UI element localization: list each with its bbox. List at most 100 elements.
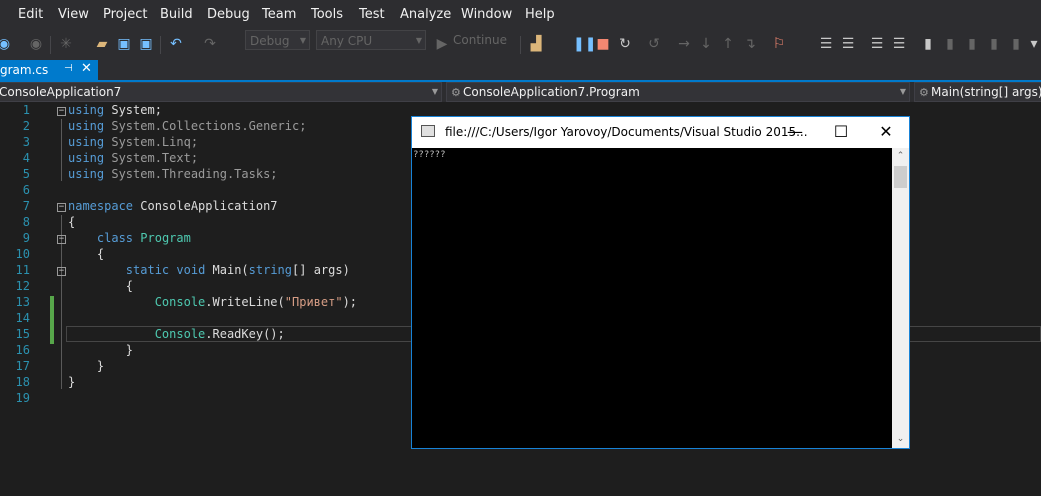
console-output-area[interactable]: ?????? bbox=[412, 148, 892, 448]
line-number: 16 bbox=[15, 343, 30, 357]
menu-window[interactable]: Window bbox=[461, 7, 512, 22]
code-text: { bbox=[68, 278, 133, 294]
code-token: using bbox=[68, 167, 105, 181]
code-token: { bbox=[125, 279, 134, 293]
navigate-forward-icon[interactable]: ◉ bbox=[28, 36, 44, 52]
navigate-back-icon[interactable]: ◉ bbox=[0, 36, 12, 52]
code-token: Main( bbox=[205, 263, 249, 277]
new-project-icon[interactable]: ✳ bbox=[58, 36, 74, 52]
code-token: ConsoleApplication7 bbox=[133, 199, 278, 213]
breakpoint-toggle-icon[interactable]: ⚐ bbox=[771, 36, 787, 52]
class-dropdown[interactable]: ⚙ ConsoleApplication7.Program ▼ bbox=[446, 82, 910, 102]
step-out-icon[interactable]: ↑ bbox=[720, 36, 736, 52]
member-dropdown[interactable]: ⚙ Main(string[] args) bbox=[914, 82, 1041, 102]
menu-project[interactable]: Project bbox=[103, 7, 147, 22]
menu-build[interactable]: Build bbox=[160, 7, 193, 22]
comment-icon[interactable]: ☰ bbox=[840, 36, 856, 52]
close-icon[interactable]: ✕ bbox=[81, 61, 92, 76]
line-number: 14 bbox=[15, 311, 30, 325]
code-token: System.Linq; bbox=[104, 135, 199, 149]
next-bookmark-folder-icon[interactable]: ▮ bbox=[986, 36, 1002, 52]
line-number: 6 bbox=[22, 183, 30, 197]
project-dropdown-value: ConsoleApplication7 bbox=[0, 85, 122, 99]
toolbar-separator bbox=[520, 36, 521, 54]
project-dropdown[interactable]: ConsoleApplication7 ▼ bbox=[0, 82, 442, 102]
minimize-button[interactable]: — bbox=[772, 117, 818, 148]
menu-tools[interactable]: Tools bbox=[311, 7, 343, 22]
bookmark-icon[interactable]: ▮ bbox=[920, 36, 936, 52]
next-bookmark-icon[interactable]: ▮ bbox=[964, 36, 980, 52]
indent-icon[interactable]: ☰ bbox=[869, 36, 885, 52]
tab-program-cs[interactable]: gram.cs ⊣ ✕ bbox=[0, 60, 98, 80]
code-token: System; bbox=[104, 103, 162, 117]
solution-configuration-select[interactable]: Debug ▼ bbox=[245, 30, 310, 50]
code-token: "Привет" bbox=[284, 295, 343, 309]
solution-platform-value: Any CPU bbox=[321, 34, 373, 48]
stop-debugging-icon[interactable]: ■ bbox=[595, 36, 611, 52]
break-all-icon[interactable]: ❚❚ bbox=[573, 36, 596, 52]
scroll-down-icon[interactable]: ⌄ bbox=[892, 431, 909, 448]
toolbar: ◉ ◉ ✳ ▰ ▣ ▣ ↶ ↷ Debug ▼ Any CPU ▼ ▶ Cont… bbox=[0, 30, 1041, 60]
code-token: { bbox=[68, 215, 76, 229]
show-next-statement-icon[interactable]: ↺ bbox=[646, 36, 662, 52]
previous-bookmark-icon[interactable]: ▮ bbox=[942, 36, 958, 52]
process-icon[interactable]: ▟ bbox=[528, 36, 544, 52]
console-window[interactable]: file:///C:/Users/Igor Yarovoy/Documents/… bbox=[411, 116, 910, 449]
menu-edit[interactable]: Edit bbox=[18, 7, 43, 22]
code-token: { bbox=[96, 247, 105, 261]
code-token: .ReadKey(); bbox=[205, 327, 285, 341]
line-number: 12 bbox=[15, 279, 30, 293]
clear-bookmarks-icon[interactable]: ▮ bbox=[1008, 36, 1024, 52]
code-token: [] args) bbox=[292, 263, 350, 277]
toolbar-separator bbox=[160, 36, 161, 54]
continue-button[interactable]: Continue bbox=[453, 33, 507, 47]
scroll-up-icon[interactable]: ⌃ bbox=[892, 148, 909, 165]
step-into-icon[interactable]: ↓ bbox=[698, 36, 714, 52]
line-number: 10 bbox=[15, 247, 30, 261]
code-text: } bbox=[68, 374, 75, 390]
pin-icon[interactable]: ⊣ bbox=[64, 63, 73, 74]
console-scrollbar[interactable]: ⌃ ⌄ bbox=[892, 148, 909, 448]
redo-icon[interactable]: ↷ bbox=[202, 36, 218, 52]
open-file-icon[interactable]: ▰ bbox=[94, 36, 110, 52]
menu-analyze[interactable]: Analyze bbox=[400, 7, 451, 22]
code-token: ); bbox=[342, 295, 358, 309]
code-text: namespace ConsoleApplication7 bbox=[68, 198, 278, 214]
start-play-icon[interactable]: ▶ bbox=[434, 36, 450, 52]
code-text: { bbox=[68, 246, 104, 262]
menu-debug[interactable]: Debug bbox=[207, 7, 250, 22]
line-number: 3 bbox=[22, 135, 30, 149]
maximize-button[interactable]: ☐ bbox=[818, 117, 864, 148]
menu-view[interactable]: View bbox=[58, 7, 89, 22]
code-text: using System.Linq; bbox=[68, 134, 198, 150]
undo-icon[interactable]: ↶ bbox=[168, 36, 184, 52]
line-number: 18 bbox=[15, 375, 30, 389]
console-app-icon bbox=[421, 125, 435, 137]
line-number: 15 bbox=[15, 327, 30, 341]
save-all-icon[interactable]: ▣ bbox=[138, 36, 154, 52]
step-back-icon[interactable]: ↴ bbox=[742, 36, 758, 52]
toolbar-overflow-icon[interactable]: ▾ bbox=[1026, 36, 1041, 52]
line-number: 2 bbox=[22, 119, 30, 133]
line-number: 19 bbox=[15, 391, 30, 405]
menu-test[interactable]: Test bbox=[359, 7, 385, 22]
code-token: Console bbox=[154, 295, 206, 309]
tab-label: gram.cs bbox=[0, 63, 49, 77]
close-button[interactable]: ✕ bbox=[863, 117, 909, 148]
chevron-down-icon: ▼ bbox=[899, 87, 906, 96]
console-title-bar[interactable]: file:///C:/Users/Igor Yarovoy/Documents/… bbox=[412, 117, 909, 148]
line-number: 4 bbox=[22, 151, 30, 165]
menu-help[interactable]: Help bbox=[525, 7, 555, 22]
solution-platform-select[interactable]: Any CPU ▼ bbox=[316, 30, 426, 50]
save-icon[interactable]: ▣ bbox=[116, 36, 132, 52]
line-number: 7 bbox=[22, 199, 30, 213]
menu-team[interactable]: Team bbox=[262, 7, 296, 22]
line-number: 9 bbox=[22, 231, 30, 245]
step-over-icon[interactable]: → bbox=[676, 36, 692, 52]
code-token: } bbox=[96, 359, 105, 373]
method-icon: ⚙ bbox=[919, 86, 929, 99]
bookmark-window-icon[interactable]: ☰ bbox=[818, 36, 834, 52]
scroll-thumb[interactable] bbox=[894, 166, 907, 188]
outdent-icon[interactable]: ☰ bbox=[891, 36, 907, 52]
restart-icon[interactable]: ↻ bbox=[617, 36, 633, 52]
